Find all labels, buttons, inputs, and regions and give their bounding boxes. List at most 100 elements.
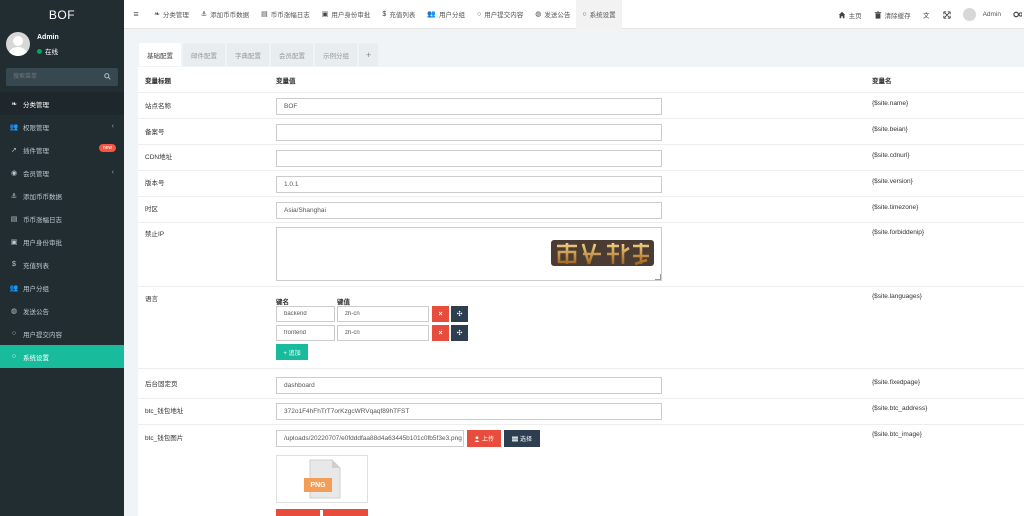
app-logo[interactable]: BOF xyxy=(0,0,124,29)
group-icon: 👥 xyxy=(9,284,19,292)
sidebar-item-category[interactable]: ❧ 分类管理 xyxy=(0,92,124,115)
divider xyxy=(138,118,1024,119)
home-icon xyxy=(838,11,845,18)
sidebar-item-coin-log[interactable]: ▤ 币币涨幅日志 xyxy=(0,207,124,230)
tab-email[interactable]: 邮件配置 xyxy=(183,43,225,66)
sidebar-item-label: 币币涨幅日志 xyxy=(23,216,62,224)
language-value-input[interactable] xyxy=(337,325,429,341)
avatar xyxy=(6,32,30,56)
var-beian: {$site.beian} xyxy=(872,126,908,133)
list-icon xyxy=(511,436,518,441)
chevron-left-icon: ‹ xyxy=(111,123,114,130)
leaf-icon: ❧ xyxy=(154,11,160,18)
sidebar-item-identity[interactable]: ▣ 用户身份审批 xyxy=(0,230,124,253)
home-link[interactable]: 主页 xyxy=(832,0,868,29)
svg-text:文: 文 xyxy=(923,11,930,19)
timezone-input[interactable] xyxy=(276,202,662,219)
clear-cache-button[interactable]: 清除缓存 xyxy=(868,0,917,29)
expand-icon xyxy=(942,10,951,19)
sidebar-item-label: 用户提交内容 xyxy=(23,331,62,339)
divider xyxy=(138,92,1024,93)
site-name-input[interactable] xyxy=(276,98,662,115)
remove-language-button[interactable]: × xyxy=(432,306,449,322)
select-file-button[interactable]: 选择 xyxy=(504,430,540,447)
top-tab-identity[interactable]: ▣ 用户身份审批 xyxy=(316,0,377,29)
top-tab-label: 充值列表 xyxy=(389,12,416,19)
tab-example[interactable]: 示例分组 xyxy=(315,43,357,66)
language-key-input[interactable] xyxy=(276,306,335,322)
menu-toggle-icon[interactable]: ≡ xyxy=(124,0,148,29)
translate-button[interactable]: 文 xyxy=(917,0,937,29)
beian-input[interactable] xyxy=(276,124,662,141)
top-tab-coin-log[interactable]: ▤ 币币涨幅日志 xyxy=(255,0,316,29)
upload-button[interactable]: 上传 xyxy=(467,430,501,447)
divider xyxy=(138,196,1024,197)
sidebar-item-auth[interactable]: 👥 权限管理 ‹ xyxy=(0,115,124,138)
add-tab-button[interactable]: + xyxy=(359,43,379,66)
user-menu[interactable]: Admin xyxy=(957,0,1007,29)
tab-dictionary[interactable]: 字典配置 xyxy=(227,43,269,66)
image-preview[interactable]: PNG xyxy=(276,455,368,503)
top-tab-label: 用户分组 xyxy=(439,12,466,19)
top-tab-category[interactable]: ❧ 分类管理 xyxy=(148,0,195,29)
anchor-icon: ⚓ xyxy=(10,192,18,200)
tab-member[interactable]: 会员配置 xyxy=(271,43,313,66)
search-input[interactable] xyxy=(6,68,96,86)
fullscreen-button[interactable] xyxy=(937,0,957,29)
config-tabs: 基础配置 邮件配置 字典配置 会员配置 示例分组 + xyxy=(139,43,379,67)
settings-toggle[interactable] xyxy=(1007,0,1024,29)
sidebar-item-label: 分类管理 xyxy=(23,101,49,109)
list-icon: ▤ xyxy=(261,11,268,18)
sidebar-item-user-group[interactable]: 👥 用户分组 xyxy=(0,276,124,299)
cdn-url-input[interactable] xyxy=(276,150,662,167)
top-tab-add-coin[interactable]: ⚓ 添加币币数据 xyxy=(195,0,255,29)
delete-image-button[interactable] xyxy=(276,509,368,516)
top-tab-recharge[interactable]: $ 充值列表 xyxy=(376,0,421,29)
user-circle-icon: ◉ xyxy=(10,169,18,177)
remove-language-button[interactable]: × xyxy=(432,325,449,341)
top-tab-notice[interactable]: ◍ 发送公告 xyxy=(529,0,576,29)
search-icon[interactable] xyxy=(104,73,111,80)
drag-handle-icon[interactable]: ✣ xyxy=(451,306,468,322)
trash-icon xyxy=(874,10,881,19)
btc-image-path-input[interactable] xyxy=(276,430,464,447)
divider xyxy=(138,144,1024,145)
resize-handle-icon[interactable] xyxy=(655,274,661,280)
sidebar-item-addon[interactable]: ➚ 插件管理 new xyxy=(0,138,124,161)
sidebar-item-recharge[interactable]: $ 充值列表 xyxy=(0,253,124,276)
var-fixedpage: {$site.fixedpage} xyxy=(872,379,921,386)
top-tab-system-settings[interactable]: ○ 系统设置 xyxy=(576,0,622,29)
top-tab-submissions[interactable]: ○ 用户提交内容 xyxy=(471,0,529,29)
language-key-input[interactable] xyxy=(276,325,335,341)
sidebar-menu: ❧ 分类管理 👥 权限管理 ‹ ➚ 插件管理 new ◉ 会员管理 ‹ ⚓ 添加币币数据 ▤ 币币… xyxy=(0,92,124,368)
sidebar-item-system-settings[interactable]: ○ 系统设置 xyxy=(0,345,124,368)
sidebar-item-member[interactable]: ◉ 会员管理 ‹ xyxy=(0,161,124,184)
var-btc-image: {$site.btc_image} xyxy=(872,431,922,438)
btc-address-input[interactable] xyxy=(276,403,662,420)
append-language-button[interactable]: + 追加 xyxy=(276,344,308,360)
drag-handle-icon[interactable]: ✣ xyxy=(451,325,468,341)
rocket-icon: ➚ xyxy=(11,146,17,154)
top-tab-user-group[interactable]: 👥 用户分组 xyxy=(421,0,471,29)
tab-basic[interactable]: 基础配置 xyxy=(139,43,181,66)
dollar-icon: $ xyxy=(382,10,387,18)
chevron-left-icon: ‹ xyxy=(111,169,114,176)
sidebar-item-notice[interactable]: ◍ 发送公告 xyxy=(0,299,124,322)
globe-icon: ◍ xyxy=(535,11,542,18)
upload-label: 上传 xyxy=(481,437,494,443)
sidebar-item-add-coin[interactable]: ⚓ 添加币币数据 xyxy=(0,184,124,207)
divider xyxy=(138,170,1024,171)
version-input[interactable] xyxy=(276,176,662,193)
user-panel: Admin 在线 xyxy=(0,29,124,65)
sidebar-item-submissions[interactable]: ○ 用户提交内容 xyxy=(0,322,124,345)
avatar xyxy=(962,8,976,21)
language-value-input[interactable] xyxy=(337,306,429,322)
col-header-title: 变量标题 xyxy=(145,78,171,85)
col-header-name: 变量名 xyxy=(872,78,892,85)
row-label-site-name: 站点名称 xyxy=(145,103,171,110)
fixed-page-input[interactable] xyxy=(276,377,662,394)
select-label: 选择 xyxy=(519,437,532,443)
divider xyxy=(138,398,1024,399)
divider xyxy=(138,368,1024,369)
key-column-header: 键名 xyxy=(276,299,289,306)
